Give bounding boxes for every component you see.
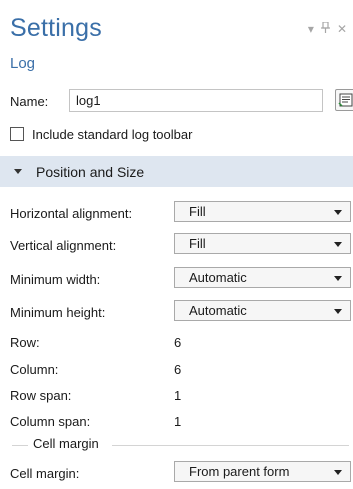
window-controls: ▾ ✕ <box>308 21 347 35</box>
chevron-down-icon[interactable]: ▾ <box>308 23 314 35</box>
minimum-width-value: Automatic <box>189 270 247 285</box>
row-span-label: Row span: <box>10 388 72 403</box>
column-span-value: 1 <box>174 414 182 429</box>
pin-icon[interactable] <box>320 21 330 35</box>
cell-margin-select[interactable]: From parent form <box>174 461 351 482</box>
chevron-down-icon <box>334 309 342 314</box>
minimum-height-select[interactable]: Automatic <box>174 300 351 321</box>
chevron-down-icon <box>334 242 342 247</box>
vertical-alignment-label: Vertical alignment: <box>10 238 117 253</box>
node-type-label: Log <box>10 55 36 72</box>
column-value: 6 <box>174 362 182 377</box>
chevron-down-icon <box>334 210 342 215</box>
chevron-down-icon <box>334 470 342 475</box>
section-position-and-size[interactable]: Position and Size <box>0 156 353 187</box>
minimum-width-label: Minimum width: <box>10 272 101 287</box>
name-row: Name: <box>10 89 353 113</box>
name-input[interactable] <box>69 89 323 112</box>
row-span-value: 1 <box>174 388 182 403</box>
section-title: Position and Size <box>36 163 145 180</box>
row-value: 6 <box>174 335 182 350</box>
expand-arrow-icon <box>14 169 22 174</box>
settings-panel: Settings ▾ ✕ Log Name: Include standard … <box>0 0 353 489</box>
cell-margin-label: Cell margin: <box>10 466 80 481</box>
group-divider-left <box>12 445 28 446</box>
minimum-height-value: Automatic <box>189 303 247 318</box>
edit-name-button[interactable] <box>335 89 353 111</box>
minimum-width-select[interactable]: Automatic <box>174 267 351 288</box>
notepad-icon <box>338 93 353 107</box>
column-label: Column: <box>10 362 59 377</box>
close-icon[interactable]: ✕ <box>337 23 347 35</box>
page-title: Settings <box>10 14 102 42</box>
vertical-alignment-select[interactable]: Fill <box>174 233 351 254</box>
include-toolbar-label: Include standard log toolbar <box>32 126 193 142</box>
column-span-label: Column span: <box>10 414 91 429</box>
row-label: Row: <box>10 335 40 350</box>
minimum-height-label: Minimum height: <box>10 305 106 320</box>
include-toolbar-checkbox[interactable] <box>10 127 24 141</box>
group-divider-right <box>112 445 349 446</box>
cell-margin-group-title: Cell margin <box>31 436 101 451</box>
include-toolbar-row[interactable]: Include standard log toolbar <box>10 125 192 143</box>
horizontal-alignment-label: Horizontal alignment: <box>10 206 133 221</box>
name-label: Name: <box>10 94 49 109</box>
horizontal-alignment-select[interactable]: Fill <box>174 201 351 222</box>
cell-margin-value: From parent form <box>189 464 290 479</box>
horizontal-alignment-value: Fill <box>189 204 206 219</box>
vertical-alignment-value: Fill <box>189 236 206 251</box>
chevron-down-icon <box>334 276 342 281</box>
